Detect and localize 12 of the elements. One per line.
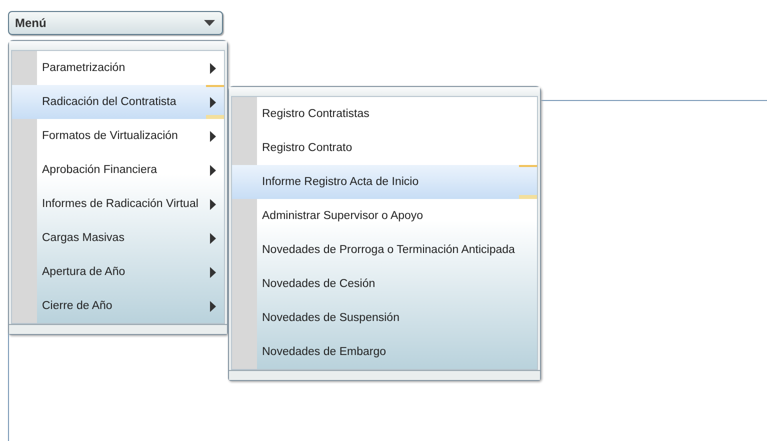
submenu-arrow-icon (210, 232, 216, 244)
submenu-arrow-icon (210, 266, 216, 278)
menu-dropdown[interactable]: Menú (8, 11, 223, 35)
submenu-arrow-icon (210, 96, 216, 108)
submenu-arrow-icon (210, 300, 216, 312)
submenu-arrow-icon (210, 164, 216, 176)
submenu-arrow-icon (210, 62, 216, 74)
submenu-arrow-icon (210, 198, 216, 210)
menu-item[interactable]: Radicación del Contratista (12, 85, 224, 119)
menu-item[interactable]: Informe Registro Acta de Inicio (232, 165, 537, 199)
submenu-arrow-icon (210, 130, 216, 142)
caret-icon (204, 20, 215, 26)
